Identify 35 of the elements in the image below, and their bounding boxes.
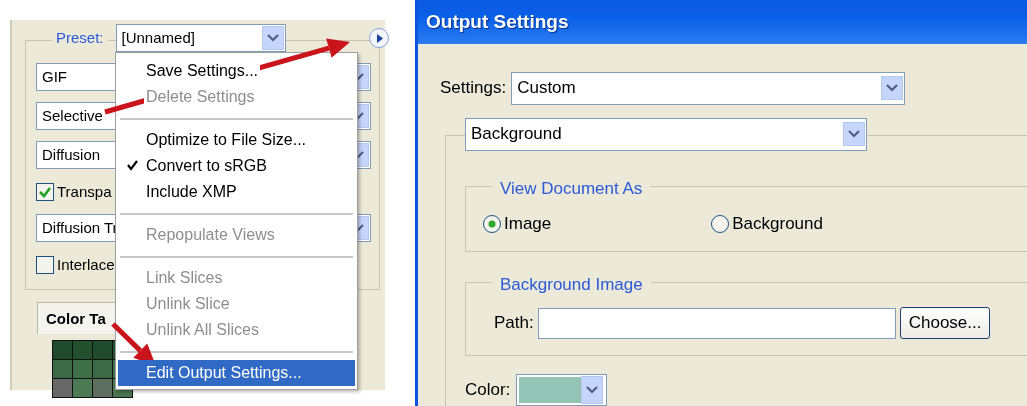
radio-button[interactable] — [711, 214, 730, 233]
color-swatch[interactable] — [53, 360, 72, 378]
checkbox[interactable] — [36, 256, 54, 274]
color-swatch[interactable] — [93, 360, 112, 378]
checkbox[interactable] — [36, 183, 54, 201]
preset-dropdown[interactable]: [Unnamed] — [115, 24, 286, 52]
color-swatch[interactable] — [93, 341, 112, 359]
color-swatch[interactable] — [53, 341, 72, 359]
color-swatch[interactable] — [53, 379, 72, 397]
radio-dot-icon — [488, 219, 496, 228]
triangle-icon — [375, 33, 383, 43]
color-swatch[interactable] — [73, 379, 92, 397]
chevron-icon — [848, 130, 860, 138]
section-dropdown[interactable]: Background — [465, 117, 867, 151]
path-label: Path: — [494, 312, 534, 335]
chevron-icon — [886, 84, 899, 92]
window-title: Output Settings — [418, 0, 1027, 44]
settings-dropdown[interactable]: Custom — [511, 71, 906, 105]
radio-label: Background — [732, 213, 823, 235]
color-swatch[interactable] — [73, 341, 92, 359]
radio-label: Image — [504, 213, 552, 235]
chevron-icon — [586, 386, 599, 394]
menu-item[interactable]: Edit Output Settings... — [118, 360, 355, 386]
color-label: Color: — [465, 379, 511, 402]
choose-button[interactable]: Choose... — [899, 307, 991, 339]
settings-label: Settings: — [440, 77, 507, 100]
checkbox-label: Transpa — [57, 181, 112, 202]
checkbox-label: Interlace — [57, 254, 115, 275]
menu-button[interactable] — [369, 28, 389, 48]
color-swatch[interactable] — [73, 360, 92, 378]
color-swatch[interactable] — [93, 379, 112, 397]
chevron-icon — [266, 34, 279, 42]
radio-button[interactable] — [483, 214, 501, 233]
color-picker[interactable] — [516, 374, 608, 406]
path-field[interactable] — [537, 307, 896, 339]
